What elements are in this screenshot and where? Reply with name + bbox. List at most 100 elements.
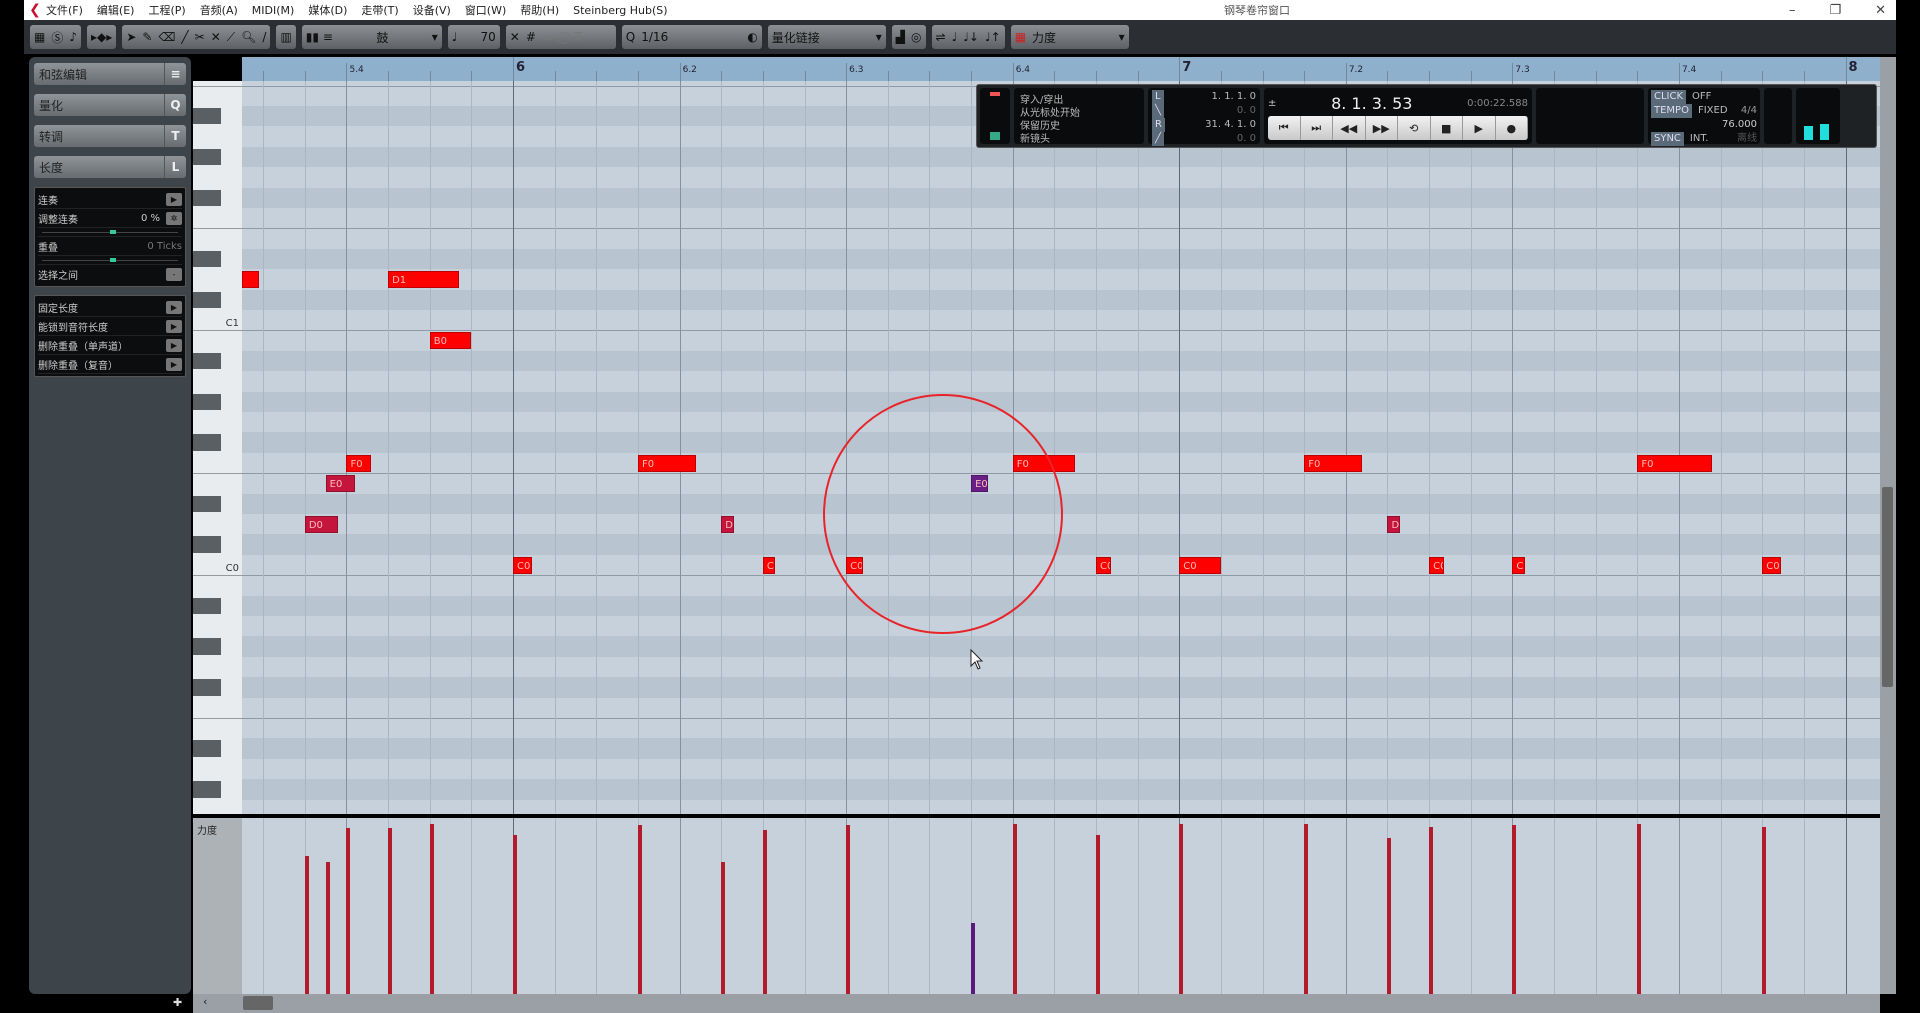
black-key[interactable] (193, 189, 221, 206)
black-key[interactable] (193, 393, 221, 410)
timeline-ruler[interactable]: 5.4 6 6.2 6.3 6.4 7 7.2 7.3 7.4 8 (242, 57, 1880, 81)
midi-note[interactable]: C0 (1096, 556, 1111, 574)
marker-panel[interactable] (1536, 88, 1644, 144)
menu-item[interactable]: 工程(P) (148, 4, 185, 17)
pitch-icon[interactable]: ♩↓ (963, 30, 979, 44)
velocity-bar[interactable] (388, 828, 393, 994)
pencil-icon[interactable]: ✎ (142, 30, 152, 44)
midi-input-icon[interactable]: ◎ (911, 30, 921, 44)
overlap-value[interactable]: 0 Ticks (147, 241, 182, 252)
menu-item[interactable]: 媒体(D) (308, 4, 347, 17)
eraser-icon[interactable]: ⌫ (158, 30, 175, 44)
between-selected-toggle[interactable]: - (166, 268, 182, 281)
apply-button[interactable]: ▶ (166, 319, 182, 333)
midi-note[interactable]: F0 (346, 454, 372, 472)
midi-note[interactable]: C0 (1429, 556, 1444, 574)
split-icon[interactable]: ✂ (195, 30, 205, 44)
go-start-button[interactable]: ⏮ (1268, 116, 1301, 140)
velocity-lane-header[interactable]: 力度 (193, 818, 242, 994)
brush-icon[interactable]: ╱ (181, 30, 188, 44)
velocity-bar[interactable] (429, 824, 434, 994)
velocity-bar[interactable] (1762, 826, 1767, 994)
black-key[interactable] (193, 597, 221, 614)
adjust-legato-slider[interactable] (38, 228, 182, 237)
apply-button[interactable]: ▶ (166, 357, 182, 371)
close-button[interactable]: ✕ (1875, 3, 1886, 18)
velocity-bar[interactable] (1304, 824, 1309, 994)
black-key[interactable] (193, 740, 221, 757)
velocity-bar[interactable] (513, 835, 518, 994)
midi-note[interactable]: C0 (1179, 556, 1221, 574)
cycle-button[interactable]: ⟲ (1398, 116, 1431, 140)
velocity-bar[interactable] (1512, 825, 1517, 994)
midi-note[interactable]: B0 (429, 332, 472, 350)
record-button[interactable]: ● (1495, 116, 1528, 140)
record-mode-item[interactable]: 从光标处开始 (1020, 104, 1138, 119)
step-icon[interactable]: ▟ (896, 30, 905, 44)
menu-item[interactable]: 走带(T) (361, 4, 398, 17)
drum-map-select[interactable]: ▮▮ ≡ 鼓 ▾ (301, 25, 442, 49)
record-mode-item[interactable]: 新镜头 (1020, 130, 1138, 145)
midi-note[interactable] (242, 270, 260, 288)
velocity-bar[interactable] (304, 855, 309, 994)
black-key[interactable] (193, 679, 221, 696)
tempo-button[interactable]: TEMPO (1651, 104, 1692, 118)
apply-button[interactable]: ▶ (166, 338, 182, 352)
velocity-bar[interactable] (1637, 824, 1642, 994)
pointer-icon[interactable]: ➤ (126, 30, 136, 44)
velocity-bar[interactable] (1096, 835, 1100, 994)
pitch-up-icon[interactable]: ♩↑ (985, 30, 1001, 44)
velocity-bar[interactable] (1179, 824, 1184, 994)
menu-item[interactable]: 设备(V) (413, 4, 451, 17)
solo-icon[interactable]: Ⓢ (51, 29, 63, 46)
secondary-time-display[interactable]: 0:00:22.588 (1467, 98, 1528, 109)
minimize-button[interactable]: – (1789, 3, 1796, 18)
piano-keyboard[interactable]: C1 C0 (193, 81, 242, 814)
adjust-legato-button[interactable]: ✲ (166, 211, 182, 225)
play-button[interactable]: ▶ (1463, 116, 1496, 140)
midi-note[interactable]: C (762, 556, 776, 574)
post-roll-icon[interactable]: ╱ (1152, 132, 1165, 146)
primary-time-display[interactable]: 8. 1. 3. 53 (1331, 94, 1412, 113)
velocity-bar[interactable] (721, 862, 726, 994)
pre-roll-value[interactable]: 0. 0 (1237, 104, 1256, 118)
go-end-button[interactable]: ⏭ (1300, 116, 1333, 140)
black-key[interactable] (193, 495, 221, 512)
midi-note[interactable]: F0 (1637, 454, 1713, 472)
velocity-bar[interactable] (1429, 826, 1434, 994)
midi-note[interactable]: C0 (513, 556, 532, 574)
step-input-group[interactable]: ▟ ◎ (891, 25, 926, 49)
view-toggles[interactable]: ▦ Ⓢ ♪ (30, 25, 82, 49)
rewind-button[interactable]: ◀◀ (1333, 116, 1366, 140)
menu-item[interactable]: MIDI(M) (252, 4, 295, 17)
quantize-link-select[interactable]: 量化链接 ▾ (767, 25, 886, 49)
black-key[interactable] (193, 108, 221, 125)
velocity-bar[interactable] (846, 825, 851, 994)
menu-item[interactable]: 音频(A) (200, 4, 238, 17)
menu-item[interactable]: 编辑(E) (97, 4, 135, 17)
midi-note[interactable]: F0 (637, 454, 697, 472)
velocity-bar[interactable] (1387, 837, 1392, 994)
scroll-left-icon[interactable]: ‹ (203, 995, 207, 1008)
midi-note[interactable]: F0 (1304, 454, 1363, 472)
pre-roll-icon[interactable]: ╲ (1152, 104, 1165, 118)
midi-note[interactable]: F0 (1012, 454, 1076, 472)
velocity-bar[interactable] (346, 828, 351, 994)
stop-button[interactable]: ■ (1430, 116, 1463, 140)
note-grid[interactable]: D0 E0 F0 D1 B0 C0 F0 D C C0 E0 F0 C0 C0 F0 D C0 C0 F0 C0 (242, 81, 1880, 814)
velocity-lane[interactable] (242, 818, 1880, 994)
length-action-item[interactable]: 能锁到音符长度 ▶ (38, 317, 182, 336)
horizontal-scrollbar[interactable]: ✚ ‹ (173, 994, 1880, 1013)
vertical-scrollbar[interactable] (1880, 57, 1896, 994)
midi-note[interactable]: D (721, 515, 734, 533)
quantize-select[interactable]: Q 1/16 ◐ (621, 25, 762, 49)
left-locator-icon[interactable]: L (1152, 90, 1164, 104)
legato-apply-button[interactable]: ▶ (166, 192, 182, 206)
snap-toggle[interactable]: ▥ (276, 25, 296, 49)
black-key[interactable] (193, 250, 221, 268)
midi-note[interactable]: D0 (304, 515, 339, 533)
black-key[interactable] (193, 638, 221, 655)
right-locator-value[interactable]: 31. 4. 1. 0 (1205, 118, 1256, 132)
nudge-icon[interactable]: ± (1268, 98, 1276, 109)
menu-item[interactable]: 文件(F) (46, 4, 83, 17)
